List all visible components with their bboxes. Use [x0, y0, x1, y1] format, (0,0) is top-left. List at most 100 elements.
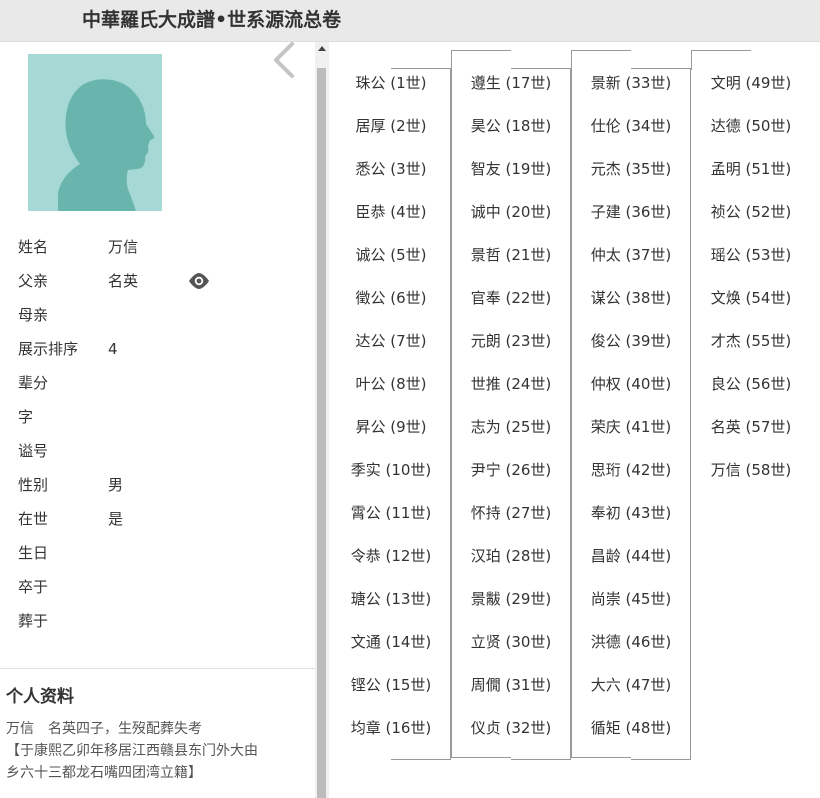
generation-item[interactable]: 子建 (36世) [571, 191, 691, 234]
generation-item[interactable]: 祯公 (52世) [691, 191, 811, 234]
generation-item[interactable]: 循矩 (48世) [571, 707, 691, 750]
field-courtesy-name: 字 [18, 400, 298, 434]
generation-item[interactable]: 智友 (19世) [451, 148, 571, 191]
field-father: 父亲 名英 [18, 264, 298, 298]
generation-item[interactable]: 悉公 (3世) [331, 148, 451, 191]
field-birthday: 生日 [18, 536, 298, 570]
generation-item[interactable]: 立贤 (30世) [451, 621, 571, 664]
field-label: 谥号 [18, 442, 49, 460]
field-value: 万信 [108, 238, 139, 256]
field-label: 展示排序 [18, 340, 79, 358]
generation-item[interactable]: 尚崇 (45世) [571, 578, 691, 621]
generation-item[interactable]: 臣恭 (4世) [331, 191, 451, 234]
field-died: 卒于 [18, 570, 298, 604]
triangle-up-icon[interactable] [318, 46, 326, 51]
field-label: 辈分 [18, 374, 49, 392]
field-label: 父亲 [18, 272, 49, 290]
generation-item[interactable]: 叶公 (8世) [331, 363, 451, 406]
generation-item[interactable]: 仲权 (40世) [571, 363, 691, 406]
generation-item[interactable]: 汉珀 (28世) [451, 535, 571, 578]
field-label: 字 [18, 408, 34, 426]
person-silhouette-icon [58, 79, 155, 211]
generation-item[interactable]: 景新 (33世) [571, 62, 691, 105]
field-label: 性别 [18, 476, 49, 494]
header-bar: 中華羅氏大成譜•世系源流总卷 [0, 0, 820, 42]
generation-item[interactable]: 达公 (7世) [331, 320, 451, 363]
profile-text: 万信 名英四子，生歿配葬失考 【于康熙乙卯年移居江西赣县东门外大由 乡六十三都龙… [6, 718, 306, 784]
generation-item[interactable]: 景哲 (21世) [451, 234, 571, 277]
generation-item[interactable]: 铿公 (15世) [331, 664, 451, 707]
page-title: 中華羅氏大成譜•世系源流总卷 [82, 9, 342, 31]
person-detail-panel: 姓名 万信 父亲 名英 母亲 展示排序 4 辈分 字 谥号 性别 男 在世 是 … [0, 42, 315, 798]
generation-item[interactable]: 瑶公 (53世) [691, 234, 811, 277]
generation-item[interactable]: 元朗 (23世) [451, 320, 571, 363]
generation-item[interactable]: 昊公 (18世) [451, 105, 571, 148]
generation-item[interactable]: 谋公 (38世) [571, 277, 691, 320]
field-label: 生日 [18, 544, 49, 562]
field-name: 姓名 万信 [18, 230, 298, 264]
field-gender: 性别 男 [18, 468, 298, 502]
generation-item[interactable]: 仲太 (37世) [571, 234, 691, 277]
generation-item[interactable]: 景黻 (29世) [451, 578, 571, 621]
person-fields: 姓名 万信 父亲 名英 母亲 展示排序 4 辈分 字 谥号 性别 男 在世 是 … [18, 230, 298, 638]
generation-item[interactable]: 官奉 (22世) [451, 277, 571, 320]
field-value: 是 [108, 510, 124, 528]
field-posthumous-name: 谥号 [18, 434, 298, 468]
field-label: 葬于 [18, 612, 49, 630]
generation-item[interactable]: 徵公 (6世) [331, 277, 451, 320]
scrollbar[interactable] [315, 42, 329, 798]
chevron-left-icon [274, 42, 294, 78]
divider [0, 668, 315, 669]
generation-item[interactable]: 季实 (10世) [331, 449, 451, 492]
generation-item[interactable]: 洪德 (46世) [571, 621, 691, 664]
scrollbar-thumb[interactable] [317, 68, 326, 798]
generation-item[interactable]: 怀持 (27世) [451, 492, 571, 535]
generation-item[interactable]: 文通 (14世) [331, 621, 451, 664]
generation-item[interactable]: 昌龄 (44世) [571, 535, 691, 578]
generation-item[interactable]: 令恭 (12世) [331, 535, 451, 578]
generation-item[interactable]: 才杰 (55世) [691, 320, 811, 363]
generation-item[interactable]: 文焕 (54世) [691, 277, 811, 320]
generation-item[interactable]: 尹宁 (26世) [451, 449, 571, 492]
generation-item[interactable]: 思珩 (42世) [571, 449, 691, 492]
generation-item[interactable]: 遵生 (17世) [451, 62, 571, 105]
generation-item[interactable]: 诚公 (5世) [331, 234, 451, 277]
eye-icon [189, 273, 209, 289]
generation-item[interactable]: 仕伦 (34世) [571, 105, 691, 148]
generation-item[interactable]: 奉初 (43世) [571, 492, 691, 535]
field-value: 4 [108, 340, 118, 358]
field-living: 在世 是 [18, 502, 298, 536]
generation-item[interactable]: 良公 (56世) [691, 363, 811, 406]
generation-item[interactable]: 志为 (25世) [451, 406, 571, 449]
profile-heading: 个人资料 [6, 687, 74, 707]
field-buried: 葬于 [18, 604, 298, 638]
generation-item[interactable]: 俊公 (39世) [571, 320, 691, 363]
generation-item[interactable]: 瑭公 (13世) [331, 578, 451, 621]
field-label: 卒于 [18, 578, 49, 596]
generation-item[interactable]: 霄公 (11世) [331, 492, 451, 535]
generation-item[interactable]: 周僩 (31世) [451, 664, 571, 707]
lineage-panel: 珠公 (1世) 居厚 (2世) 悉公 (3世) 臣恭 (4世) 诚公 (5世) 徵公 (6… [329, 42, 820, 798]
generation-item[interactable]: 达德 (50世) [691, 105, 811, 148]
view-father-button[interactable] [188, 264, 210, 298]
generation-item[interactable]: 元杰 (35世) [571, 148, 691, 191]
generation-item[interactable]: 万信 (58世) [691, 449, 811, 492]
profile-line: 【于康熙乙卯年移居江西赣县东门外大由 [6, 743, 258, 759]
generation-item[interactable]: 居厚 (2世) [331, 105, 451, 148]
generation-item[interactable]: 大六 (47世) [571, 664, 691, 707]
generation-item[interactable]: 荣庆 (41世) [571, 406, 691, 449]
generation-item[interactable]: 均章 (16世) [331, 707, 451, 750]
field-value: 名英 [108, 272, 139, 290]
profile-line: 乡六十三都龙石嘴四团湾立籍】 [6, 765, 202, 781]
generation-item[interactable]: 世推 (24世) [451, 363, 571, 406]
collapse-panel-button[interactable] [270, 40, 300, 80]
generation-item[interactable]: 孟明 (51世) [691, 148, 811, 191]
generation-item[interactable]: 文明 (49世) [691, 62, 811, 105]
generation-item[interactable]: 诚中 (20世) [451, 191, 571, 234]
profile-line: 万信 名英四子，生歿配葬失考 [6, 721, 202, 737]
field-label: 姓名 [18, 238, 49, 256]
generation-item[interactable]: 昇公 (9世) [331, 406, 451, 449]
generation-item[interactable]: 仪贞 (32世) [451, 707, 571, 750]
generation-item[interactable]: 珠公 (1世) [331, 62, 451, 105]
generation-item[interactable]: 名英 (57世) [691, 406, 811, 449]
